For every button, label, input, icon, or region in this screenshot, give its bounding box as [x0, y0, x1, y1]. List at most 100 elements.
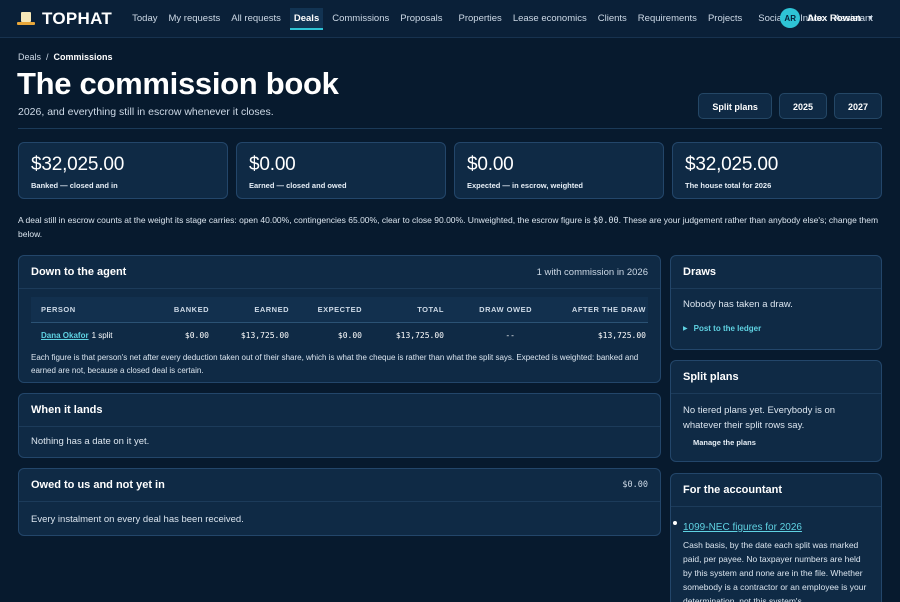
split-plans-button[interactable]: Split plans — [698, 93, 772, 119]
year-2025-button[interactable]: 2025 — [778, 93, 827, 119]
draws-panel: Draws Nobody has taken a draw. ▶ Post to… — [670, 255, 882, 350]
stat-value: $0.00 — [467, 154, 514, 175]
breadcrumb-separator: / — [46, 52, 49, 62]
panel-title: When it lands — [31, 404, 103, 416]
col-expected: EXPECTED — [317, 305, 362, 314]
cell-draw-owed: -- — [505, 330, 515, 340]
panel-header: Owed to us and not yet in $0.00 — [19, 469, 660, 502]
col-banked: BANKED — [173, 305, 209, 314]
col-total: TOTAL — [417, 305, 444, 314]
accountant-list: 1099-NEC figures for 2026 Cash basis, by… — [671, 507, 881, 602]
bullet-icon — [673, 521, 677, 525]
user-menu[interactable]: AR Alex Rowan ▼ — [780, 8, 874, 28]
agent-table: PERSON BANKED EARNED EXPECTED TOTAL DRAW… — [31, 297, 648, 347]
cell-person: Dana Okafor 1 split — [31, 331, 153, 340]
page-subtitle: 2026, and everything still in escrow whe… — [18, 106, 274, 118]
stat-value: $0.00 — [249, 154, 296, 175]
agent-footnote: Each figure is that person's net after e… — [31, 353, 639, 375]
panel-header: Split plans — [671, 361, 881, 394]
header-divider — [18, 128, 882, 129]
panel-body: Every instalment on every deal has been … — [31, 514, 244, 525]
split-plans-text: No tiered plans yet. Everybody is on wha… — [683, 405, 836, 431]
stat-house-total: $32,025.00 The house total for 2026 — [672, 142, 882, 199]
cell-after-draw: $13,725.00 — [597, 330, 646, 340]
table-header: PERSON BANKED EARNED EXPECTED TOTAL DRAW… — [31, 297, 648, 323]
panel-body: No tiered plans yet. Everybody is on wha… — [671, 394, 881, 457]
header-actions: Split plans 2025 2027 — [691, 93, 882, 119]
nav-clients[interactable]: Clients — [596, 8, 629, 30]
stat-cards: $32,025.00 Banked — closed and in $0.00 … — [18, 142, 882, 199]
1099-nec-description: Cash basis, by the date each split was m… — [683, 540, 867, 602]
chevron-down-icon: ▼ — [867, 14, 874, 22]
panel-title: Draws — [683, 266, 717, 278]
note-escrow-figure: $0.00 — [593, 216, 619, 226]
stat-label: Expected — in escrow, weighted — [467, 181, 584, 190]
nav-deals[interactable]: Deals — [289, 7, 324, 30]
panel-header: Draws — [671, 256, 881, 289]
manage-plans-link[interactable]: Manage the plans — [693, 438, 869, 447]
agent-link[interactable]: Dana Okafor — [41, 331, 89, 340]
stat-banked: $32,025.00 Banked — closed and in — [18, 142, 228, 199]
stat-value: $32,025.00 — [685, 154, 779, 175]
panel-header: When it lands — [19, 394, 660, 427]
owed-amount: $0.00 — [622, 480, 648, 490]
brand-logo[interactable]: TOPHAT — [17, 9, 112, 29]
panel-title: For the accountant — [683, 484, 783, 496]
note-text: A deal still in escrow counts at the wei… — [18, 215, 594, 225]
panel-title: Owed to us and not yet in — [31, 479, 165, 491]
year-2027-button[interactable]: 2027 — [833, 93, 882, 119]
nav-projects[interactable]: Projects — [706, 8, 744, 30]
split-count: 1 split — [91, 330, 113, 340]
cell-earned: $13,725.00 — [240, 330, 289, 340]
avatar: AR — [780, 8, 801, 28]
nav-proposals[interactable]: Proposals — [398, 8, 444, 30]
agent-panel-header: Down to the agent 1 with commission in 2… — [19, 256, 660, 289]
list-item: 1099-NEC figures for 2026 Cash basis, by… — [673, 517, 869, 602]
accountant-panel: For the accountant 1099-NEC figures for … — [670, 473, 882, 602]
panel-title: Split plans — [683, 371, 739, 383]
top-navigation-bar: TOPHAT Today My requests All requests De… — [0, 0, 900, 38]
stat-expected: $0.00 Expected — in escrow, weighted — [454, 142, 664, 199]
stat-earned: $0.00 Earned — closed and owed — [236, 142, 446, 199]
nav-my-requests[interactable]: My requests — [166, 8, 222, 30]
panel-title: Down to the agent — [31, 266, 127, 278]
post-to-ledger-link[interactable]: ▶ Post to the ledger — [683, 324, 869, 333]
nav-requirements[interactable]: Requirements — [636, 8, 699, 30]
cell-total: $13,725.00 — [395, 330, 444, 340]
main-nav: Today My requests All requests Deals Com… — [130, 0, 882, 38]
post-to-ledger-label: Post to the ledger — [693, 324, 762, 333]
stat-value: $32,025.00 — [31, 154, 125, 175]
owed-panel: Owed to us and not yet in $0.00 Every in… — [18, 468, 661, 536]
top-hat-icon — [17, 11, 35, 27]
breadcrumb-current: Commissions — [53, 52, 113, 62]
breadcrumb: Deals / Commissions — [18, 52, 113, 62]
nav-all-requests[interactable]: All requests — [229, 8, 283, 30]
nav-lease-economics[interactable]: Lease economics — [511, 8, 589, 30]
agent-panel: Down to the agent 1 with commission in 2… — [18, 255, 661, 383]
split-plans-panel: Split plans No tiered plans yet. Everybo… — [670, 360, 882, 462]
agent-count: 1 with commission in 2026 — [536, 266, 648, 278]
col-draw-owed: DRAW OWED — [479, 305, 532, 314]
panel-header: For the accountant — [671, 474, 881, 507]
draws-empty-text: Nobody has taken a draw. — [683, 299, 793, 310]
brand-name: TOPHAT — [42, 8, 113, 28]
cell-banked: $0.00 — [184, 330, 209, 340]
1099-nec-link[interactable]: 1099-NEC figures for 2026 — [683, 522, 802, 533]
when-it-lands-panel: When it lands Nothing has a date on it y… — [18, 393, 661, 458]
stat-label: Banked — closed and in — [31, 181, 118, 190]
panel-body: Nobody has taken a draw. ▶ Post to the l… — [671, 289, 881, 343]
nav-today[interactable]: Today — [130, 8, 159, 30]
cell-expected: $0.00 — [337, 330, 362, 340]
panel-body: Nothing has a date on it yet. — [31, 436, 150, 447]
col-earned: EARNED — [254, 305, 289, 314]
col-person: PERSON — [41, 305, 76, 314]
page-title: The commission book — [17, 66, 339, 101]
stat-label: Earned — closed and owed — [249, 181, 347, 190]
col-after-draw: AFTER THE DRAW — [571, 305, 646, 314]
breadcrumb-deals[interactable]: Deals — [18, 52, 41, 62]
escrow-weight-note: A deal still in escrow counts at the wei… — [18, 214, 882, 241]
nav-properties[interactable]: Properties — [457, 8, 504, 30]
play-triangle-icon: ▶ — [683, 326, 688, 332]
table-row: Dana Okafor 1 split $0.00 $13,725.00 $0.0… — [31, 323, 648, 347]
nav-commissions[interactable]: Commissions — [330, 8, 391, 30]
